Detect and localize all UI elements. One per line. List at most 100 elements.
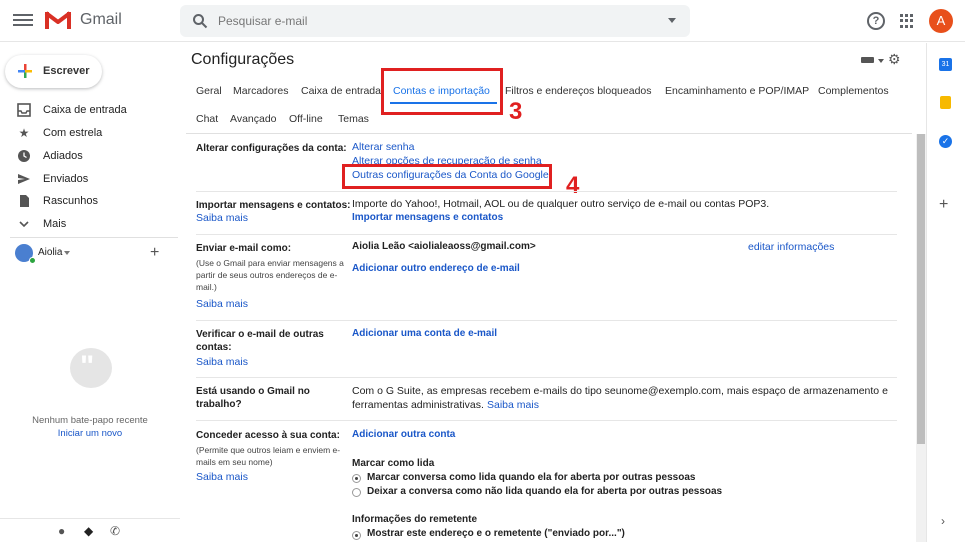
quote-icon: ": [80, 350, 95, 383]
change-password-link[interactable]: Alterar senha: [352, 141, 414, 153]
send-icon: [18, 174, 30, 184]
tab-addons[interactable]: Complementos: [818, 85, 889, 97]
sidebar-item-label: Mais: [43, 218, 67, 230]
page-title: Configurações: [191, 51, 295, 68]
sidebar-item-label: Enviados: [43, 173, 89, 185]
learn-more-gsuite-link[interactable]: Saiba mais: [487, 399, 539, 411]
compose-button[interactable]: Escrever: [5, 55, 102, 88]
compose-label: Escrever: [43, 65, 90, 77]
search-input[interactable]: [218, 11, 638, 31]
sidebar-item-inbox[interactable]: Caixa de entrada: [0, 99, 178, 121]
online-status-icon: [29, 257, 36, 264]
tasks-icon[interactable]: ✓: [939, 135, 952, 148]
chevron-down-icon: [19, 221, 29, 228]
grant-access-note: (Permite que outros leiam e enviem e-mai…: [196, 445, 341, 467]
show-sender-option-label: Mostrar este endereço e o remetente ("en…: [367, 528, 625, 539]
main-menu-icon[interactable]: [13, 11, 33, 31]
tab-chat[interactable]: Chat: [196, 113, 218, 125]
apps-grid-icon[interactable]: [900, 14, 914, 28]
contacts-icon[interactable]: ●: [58, 524, 65, 538]
search-icon[interactable]: [192, 13, 208, 29]
section-divider: [196, 234, 897, 235]
add-chat-contact-icon[interactable]: +: [150, 244, 159, 262]
section-label-grant-access: Conceder acesso à sua conta:: [196, 430, 340, 441]
tabs-divider: [186, 133, 912, 134]
section-divider: [196, 420, 897, 421]
sidebar-item-more[interactable]: Mais: [0, 213, 178, 235]
account-avatar[interactable]: A: [929, 9, 953, 33]
add-email-address-link[interactable]: Adicionar outro endereço de e-mail: [352, 263, 520, 274]
top-bar: Gmail ? A: [0, 0, 965, 42]
show-sender-radio[interactable]: [352, 531, 361, 540]
tab-offline[interactable]: Off-line: [289, 113, 323, 125]
mark-read-radio[interactable]: [352, 474, 361, 483]
gsuite-description: Com o G Suite, as empresas recebem e-mai…: [352, 385, 888, 397]
edit-info-link[interactable]: editar informações: [748, 241, 834, 253]
chevron-right-icon[interactable]: ›: [941, 514, 945, 528]
search-bar: [180, 5, 690, 37]
tab-labels[interactable]: Marcadores: [233, 85, 288, 97]
leave-unread-radio[interactable]: [352, 488, 361, 497]
side-panel: [926, 43, 965, 542]
hangouts-icon[interactable]: ◆: [84, 524, 93, 538]
gmail-logo-icon[interactable]: [44, 9, 72, 31]
gear-icon[interactable]: ⚙: [888, 51, 901, 68]
phone-icon[interactable]: ✆: [110, 524, 120, 538]
learn-more-check-mail-link[interactable]: Saiba mais: [196, 356, 248, 368]
learn-more-send-as-link[interactable]: Saiba mais: [196, 298, 248, 310]
send-as-address: Aiolia Leão <aiolialeaoss@gmail.com>: [352, 241, 536, 252]
sidebar-item-starred[interactable]: ★ Com estrela: [0, 122, 178, 144]
annotation-box-3: [381, 68, 503, 115]
mark-read-title: Marcar como lida: [352, 458, 435, 469]
user-name[interactable]: Aiolia: [38, 247, 62, 258]
clock-icon: [18, 150, 30, 162]
annotation-step-4: 4: [566, 172, 580, 199]
gsuite-description-2: ferramentas administrativas.: [352, 399, 484, 411]
section-divider: [196, 320, 897, 321]
add-mail-account-link[interactable]: Adicionar uma conta de e-mail: [352, 328, 497, 339]
tab-filters[interactable]: Filtros e endereços bloqueados: [505, 85, 652, 97]
sidebar-item-label: Adiados: [43, 150, 83, 162]
sidebar-item-drafts[interactable]: Rascunhos: [0, 190, 178, 212]
keep-icon[interactable]: [940, 96, 951, 109]
draft-icon: [20, 195, 29, 207]
tab-forwarding[interactable]: Encaminhamento e POP/IMAP: [665, 85, 809, 97]
tab-general[interactable]: Geral: [196, 85, 222, 97]
tab-inbox[interactable]: Caixa de entrada: [301, 85, 381, 97]
input-tools-caret-icon[interactable]: [878, 59, 884, 63]
learn-more-import-link[interactable]: Saiba mais: [196, 212, 248, 224]
section-divider: [196, 191, 897, 192]
import-description: Importe do Yahoo!, Hotmail, AOL ou de qu…: [352, 198, 770, 210]
annotation-box-4: [342, 164, 552, 189]
leave-unread-option-label: Deixar a conversa como não lida quando e…: [367, 486, 723, 497]
get-addons-icon[interactable]: +: [939, 196, 948, 214]
start-new-chat-link[interactable]: Iniciar um novo: [0, 428, 180, 439]
tab-advanced[interactable]: Avançado: [230, 113, 277, 125]
no-recent-chats-text: Nenhum bate-papo recente: [32, 415, 148, 426]
calendar-icon[interactable]: 31: [939, 58, 952, 71]
section-label-import: Importar mensagens e contatos:: [196, 200, 351, 211]
keyboard-icon[interactable]: [861, 57, 874, 63]
search-options-caret-icon[interactable]: [668, 18, 676, 23]
sidebar-item-label: Caixa de entrada: [43, 104, 127, 116]
add-another-account-link[interactable]: Adicionar outra conta: [352, 429, 455, 440]
import-mail-contacts-link[interactable]: Importar mensagens e contatos: [352, 212, 503, 223]
inbox-icon: [17, 103, 31, 117]
section-label-send-as: Enviar e-mail como:: [196, 243, 292, 254]
tab-themes[interactable]: Temas: [338, 113, 369, 125]
app-name: Gmail: [80, 11, 122, 28]
user-status-caret-icon[interactable]: [64, 251, 70, 255]
annotation-step-3: 3: [509, 98, 523, 125]
sidebar-item-label: Rascunhos: [43, 195, 99, 207]
section-label-account: Alterar configurações da conta:: [196, 143, 347, 154]
plus-icon: [18, 64, 32, 78]
mark-read-option-label: Marcar conversa como lida quando ela for…: [367, 472, 696, 483]
help-icon[interactable]: ?: [867, 12, 885, 30]
sidebar-item-sent[interactable]: Enviados: [0, 168, 178, 190]
sidebar-item-label: Com estrela: [43, 127, 103, 139]
scrollbar-thumb[interactable]: [917, 134, 925, 444]
sidebar-item-snoozed[interactable]: Adiados: [0, 145, 178, 167]
send-as-note: (Use o Gmail para enviar mensagens a par…: [196, 258, 344, 292]
section-divider: [196, 377, 897, 378]
learn-more-grant-link[interactable]: Saiba mais: [196, 471, 248, 483]
